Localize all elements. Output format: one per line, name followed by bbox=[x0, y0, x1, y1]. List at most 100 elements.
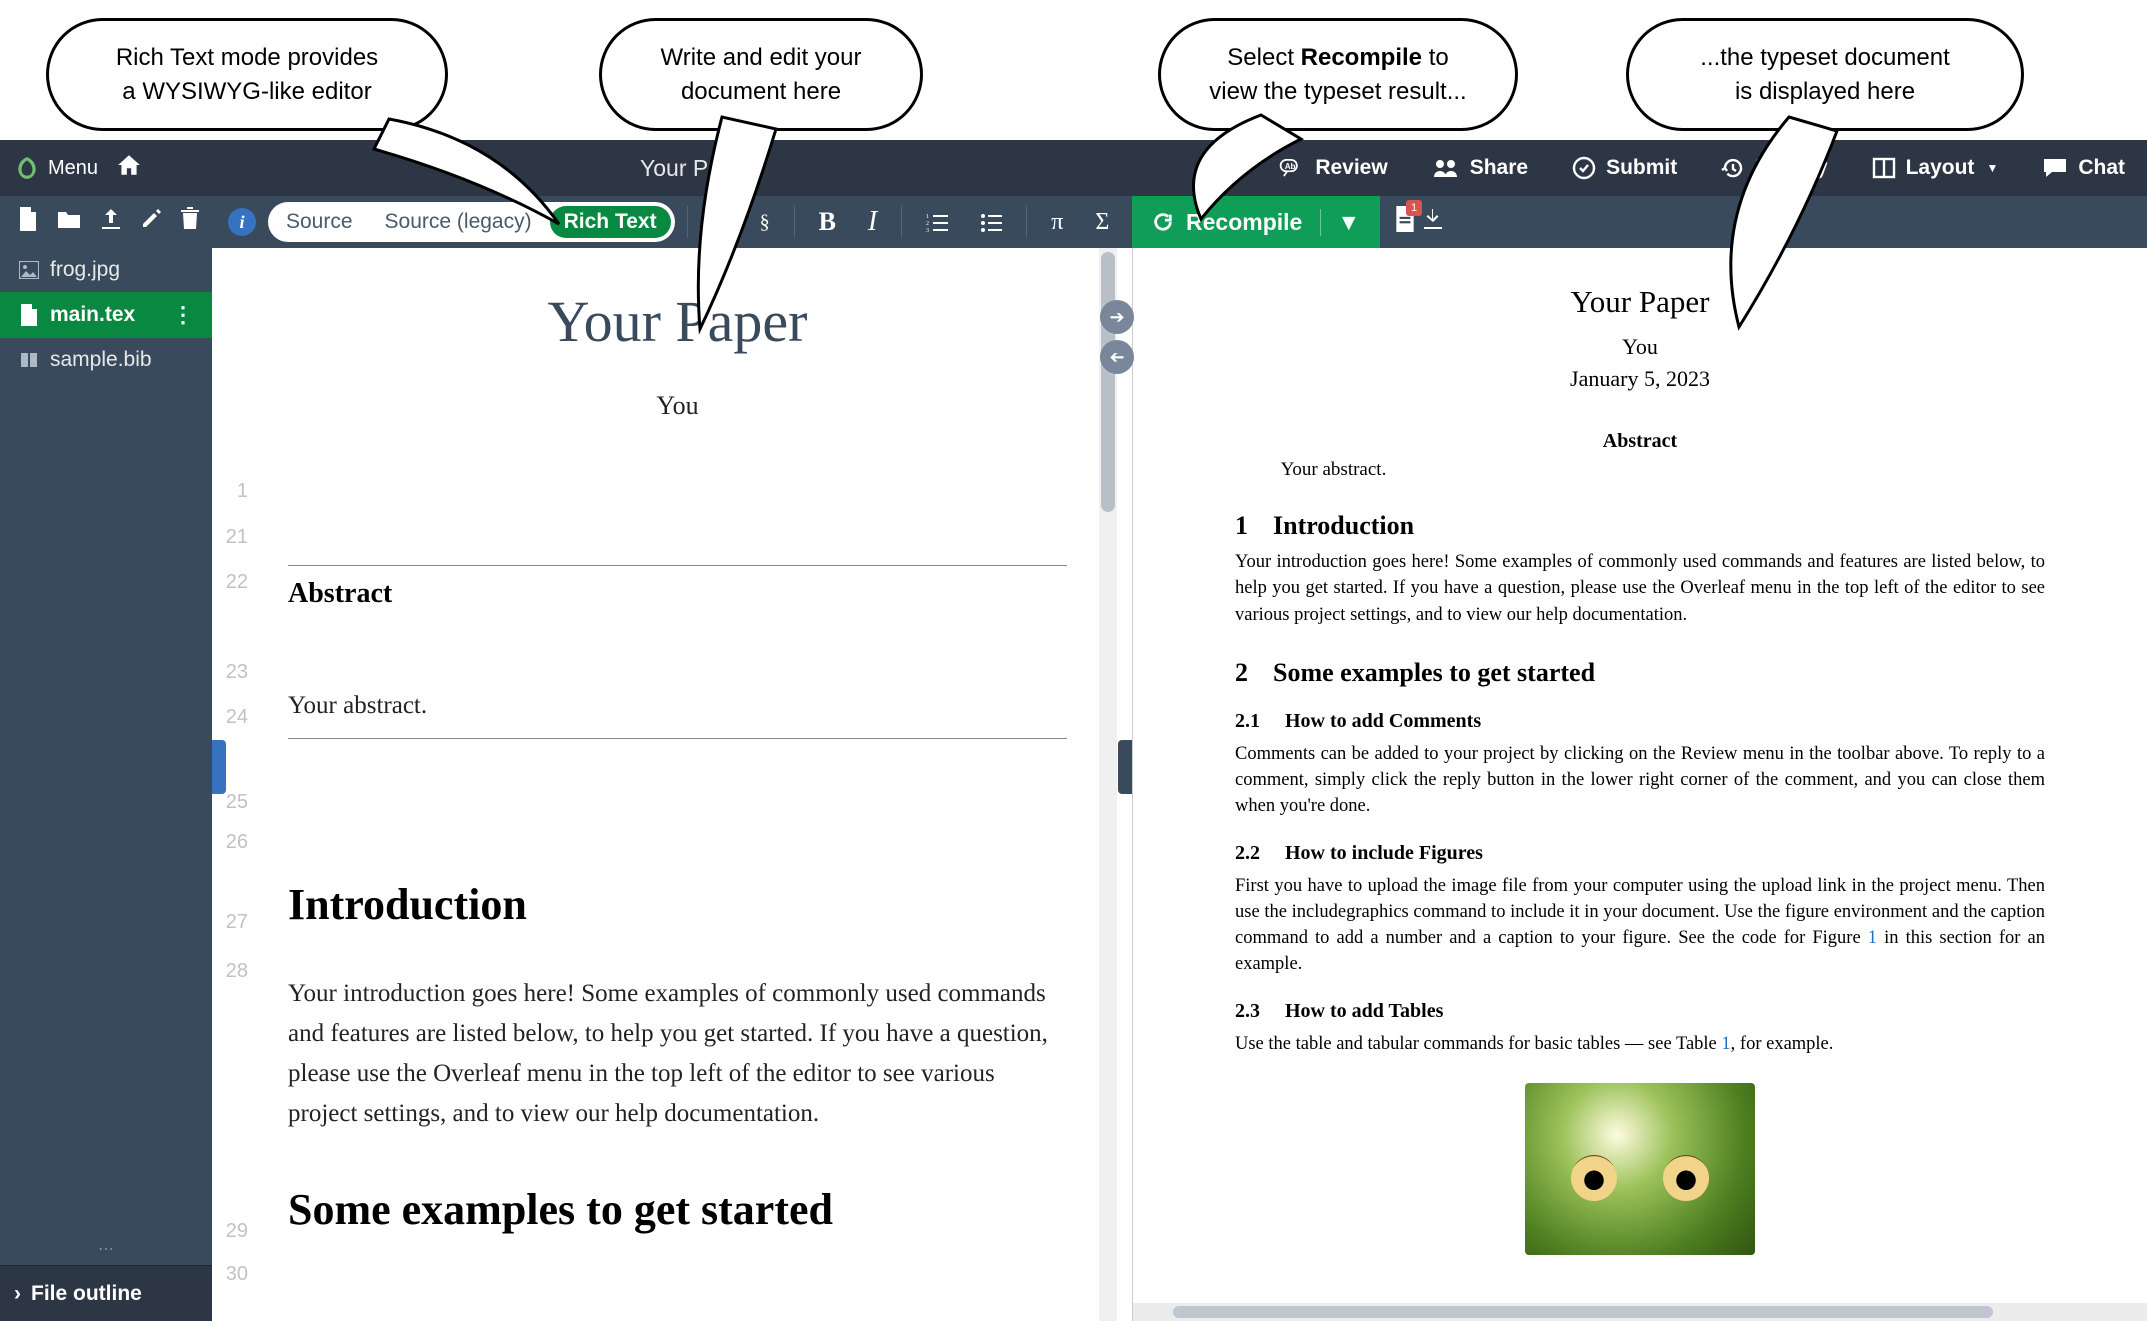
pdf-hscrollthumb[interactable] bbox=[1173, 1306, 1993, 1318]
line-number: 21 bbox=[226, 526, 248, 549]
new-folder-icon[interactable] bbox=[56, 208, 82, 236]
file-outline-label: File outline bbox=[31, 1282, 142, 1306]
file-item-main[interactable]: main.tex ⋮ bbox=[0, 292, 212, 338]
line-number: 28 bbox=[226, 960, 248, 983]
pdf-subsection-22-text: First you have to upload the image file … bbox=[1235, 873, 2045, 978]
callout-rich-text: Rich Text mode providesa WYSIWYG-like ed… bbox=[46, 18, 448, 131]
editor-scrollbar[interactable] bbox=[1099, 248, 1117, 1321]
line-number: 26 bbox=[226, 831, 248, 854]
pane-splitter: ➔ ➔ bbox=[1100, 300, 1140, 380]
logs-badge: 1 bbox=[1406, 200, 1422, 216]
frog-image bbox=[1525, 1083, 1755, 1255]
info-icon[interactable]: i bbox=[228, 208, 256, 236]
mode-source[interactable]: Source bbox=[272, 206, 367, 238]
resize-handle-icon[interactable]: ⋯ bbox=[98, 1239, 116, 1259]
file-menu-icon[interactable]: ⋮ bbox=[172, 302, 194, 328]
intro-paragraph[interactable]: Your introduction goes here! Some exampl… bbox=[288, 974, 1067, 1134]
document-author[interactable]: You bbox=[288, 391, 1067, 421]
menu-label: Menu bbox=[48, 157, 98, 180]
layout-label: Layout bbox=[1906, 156, 1975, 180]
pdf-hscrollbar[interactable] bbox=[1133, 1303, 2147, 1321]
image-icon bbox=[18, 261, 40, 279]
pdf-subsection-23: 2.3How to add Tables bbox=[1235, 1000, 2045, 1023]
mode-rich-text[interactable]: Rich Text bbox=[550, 206, 671, 238]
share-button[interactable]: Share bbox=[1410, 140, 1550, 196]
line-number: 23 bbox=[226, 661, 248, 684]
figure-ref-link[interactable]: 1 bbox=[1868, 928, 1877, 948]
collapse-pdf-handle[interactable] bbox=[1118, 740, 1132, 794]
line-number: 24 bbox=[226, 706, 248, 729]
pdf-abstract-heading: Abstract bbox=[1235, 430, 2045, 453]
pdf-date: January 5, 2023 bbox=[1235, 366, 2045, 392]
pdf-section-1-text: Your introduction goes here! Some exampl… bbox=[1235, 549, 2045, 628]
file-label: main.tex bbox=[50, 303, 135, 327]
line-number: 22 bbox=[226, 571, 248, 594]
table-ref-link[interactable]: 1 bbox=[1721, 1034, 1730, 1054]
file-icon bbox=[18, 304, 40, 326]
pdf-abstract-text: Your abstract. bbox=[1235, 459, 2045, 481]
pdf-subsection-21: 2.1How to add Comments bbox=[1235, 710, 2045, 733]
line-number: 1 bbox=[237, 480, 248, 503]
go-to-pdf-icon[interactable]: ➔ bbox=[1100, 300, 1134, 334]
intro-heading[interactable]: Introduction bbox=[288, 879, 1067, 930]
callout-text: Rich Text mode providesa WYSIWYG-like ed… bbox=[116, 44, 378, 105]
pdf-section-2: 2Some examples to get started bbox=[1235, 658, 2045, 688]
submit-label: Submit bbox=[1606, 156, 1677, 180]
line-number: 25 bbox=[226, 791, 248, 814]
book-icon bbox=[18, 351, 40, 369]
share-label: Share bbox=[1470, 156, 1528, 180]
chevron-down-icon: ▼ bbox=[1986, 161, 1998, 175]
svg-text:3: 3 bbox=[926, 228, 929, 233]
editor-pane: 1 21 22 23 24 25 26 27 28 29 30 Your Pap… bbox=[212, 248, 1117, 1321]
pi-icon[interactable]: π bbox=[1035, 209, 1079, 236]
callout-recompile: Select Recompile toview the typeset resu… bbox=[1158, 18, 1518, 131]
rename-icon[interactable] bbox=[140, 208, 162, 236]
document-title[interactable]: Your Paper bbox=[288, 288, 1067, 355]
pdf-subsection-23-text: Use the table and tabular commands for b… bbox=[1235, 1031, 2045, 1057]
logs-icon[interactable]: 1 bbox=[1394, 206, 1416, 238]
download-pdf-icon[interactable] bbox=[1422, 207, 1444, 237]
abstract-heading[interactable]: Abstract bbox=[288, 578, 1067, 610]
chevron-right-icon: › bbox=[14, 1282, 21, 1306]
callout-text: Write and edit yourdocument here bbox=[661, 44, 862, 105]
file-outline-toggle[interactable]: › File outline bbox=[0, 1265, 212, 1321]
file-label: frog.jpg bbox=[50, 258, 120, 282]
examples-heading[interactable]: Some examples to get started bbox=[288, 1184, 1067, 1235]
review-label: Review bbox=[1315, 156, 1387, 180]
pdf-subsection-22: 2.2How to include Figures bbox=[1235, 842, 2045, 865]
callout-write-edit: Write and edit yourdocument here bbox=[599, 18, 923, 131]
pdf-page[interactable]: Your Paper You January 5, 2023 Abstract … bbox=[1225, 268, 2055, 1301]
pdf-pane: Your Paper You January 5, 2023 Abstract … bbox=[1132, 248, 2147, 1321]
new-file-icon[interactable] bbox=[18, 207, 38, 237]
menu-button[interactable]: Menu bbox=[14, 155, 98, 181]
sigma-icon[interactable]: Σ bbox=[1079, 209, 1125, 236]
editor-body[interactable]: Your Paper You Abstract Your abstract. I… bbox=[258, 248, 1117, 1321]
callout-typeset: ...the typeset documentis displayed here bbox=[1626, 18, 2024, 131]
upload-icon[interactable] bbox=[100, 207, 122, 237]
line-number: 29 bbox=[226, 1220, 248, 1243]
bullet-list-icon[interactable] bbox=[964, 209, 1018, 236]
abstract-text[interactable]: Your abstract. bbox=[288, 686, 1067, 726]
collapse-filetree-handle[interactable] bbox=[212, 740, 226, 794]
delete-icon[interactable] bbox=[180, 207, 200, 237]
file-item-sample[interactable]: sample.bib bbox=[0, 338, 212, 382]
line-number: 30 bbox=[226, 1263, 248, 1286]
recompile-dropdown[interactable]: ▼ bbox=[1320, 209, 1360, 236]
pdf-subsection-21-text: Comments can be added to your project by… bbox=[1235, 741, 2045, 820]
callout-text: Select Recompile toview the typeset resu… bbox=[1209, 44, 1466, 105]
file-tree: frog.jpg main.tex ⋮ sample.bib ⋯ bbox=[0, 248, 212, 1265]
numbered-list-icon[interactable]: 123 bbox=[910, 209, 964, 236]
svg-text:1: 1 bbox=[926, 214, 929, 220]
chat-button[interactable]: Chat bbox=[2020, 140, 2147, 196]
editor-scrollthumb[interactable] bbox=[1101, 252, 1115, 512]
file-label: sample.bib bbox=[50, 348, 152, 372]
callout-text: ...the typeset documentis displayed here bbox=[1700, 44, 1949, 105]
pdf-author: You bbox=[1235, 334, 2045, 360]
home-icon[interactable] bbox=[116, 152, 142, 185]
svg-text:2: 2 bbox=[926, 221, 929, 227]
file-item-frog[interactable]: frog.jpg bbox=[0, 248, 212, 292]
chat-label: Chat bbox=[2078, 156, 2125, 180]
go-to-source-icon[interactable]: ➔ bbox=[1100, 340, 1134, 374]
pdf-section-1: 1Introduction bbox=[1235, 511, 2045, 541]
line-number: 27 bbox=[226, 911, 248, 934]
